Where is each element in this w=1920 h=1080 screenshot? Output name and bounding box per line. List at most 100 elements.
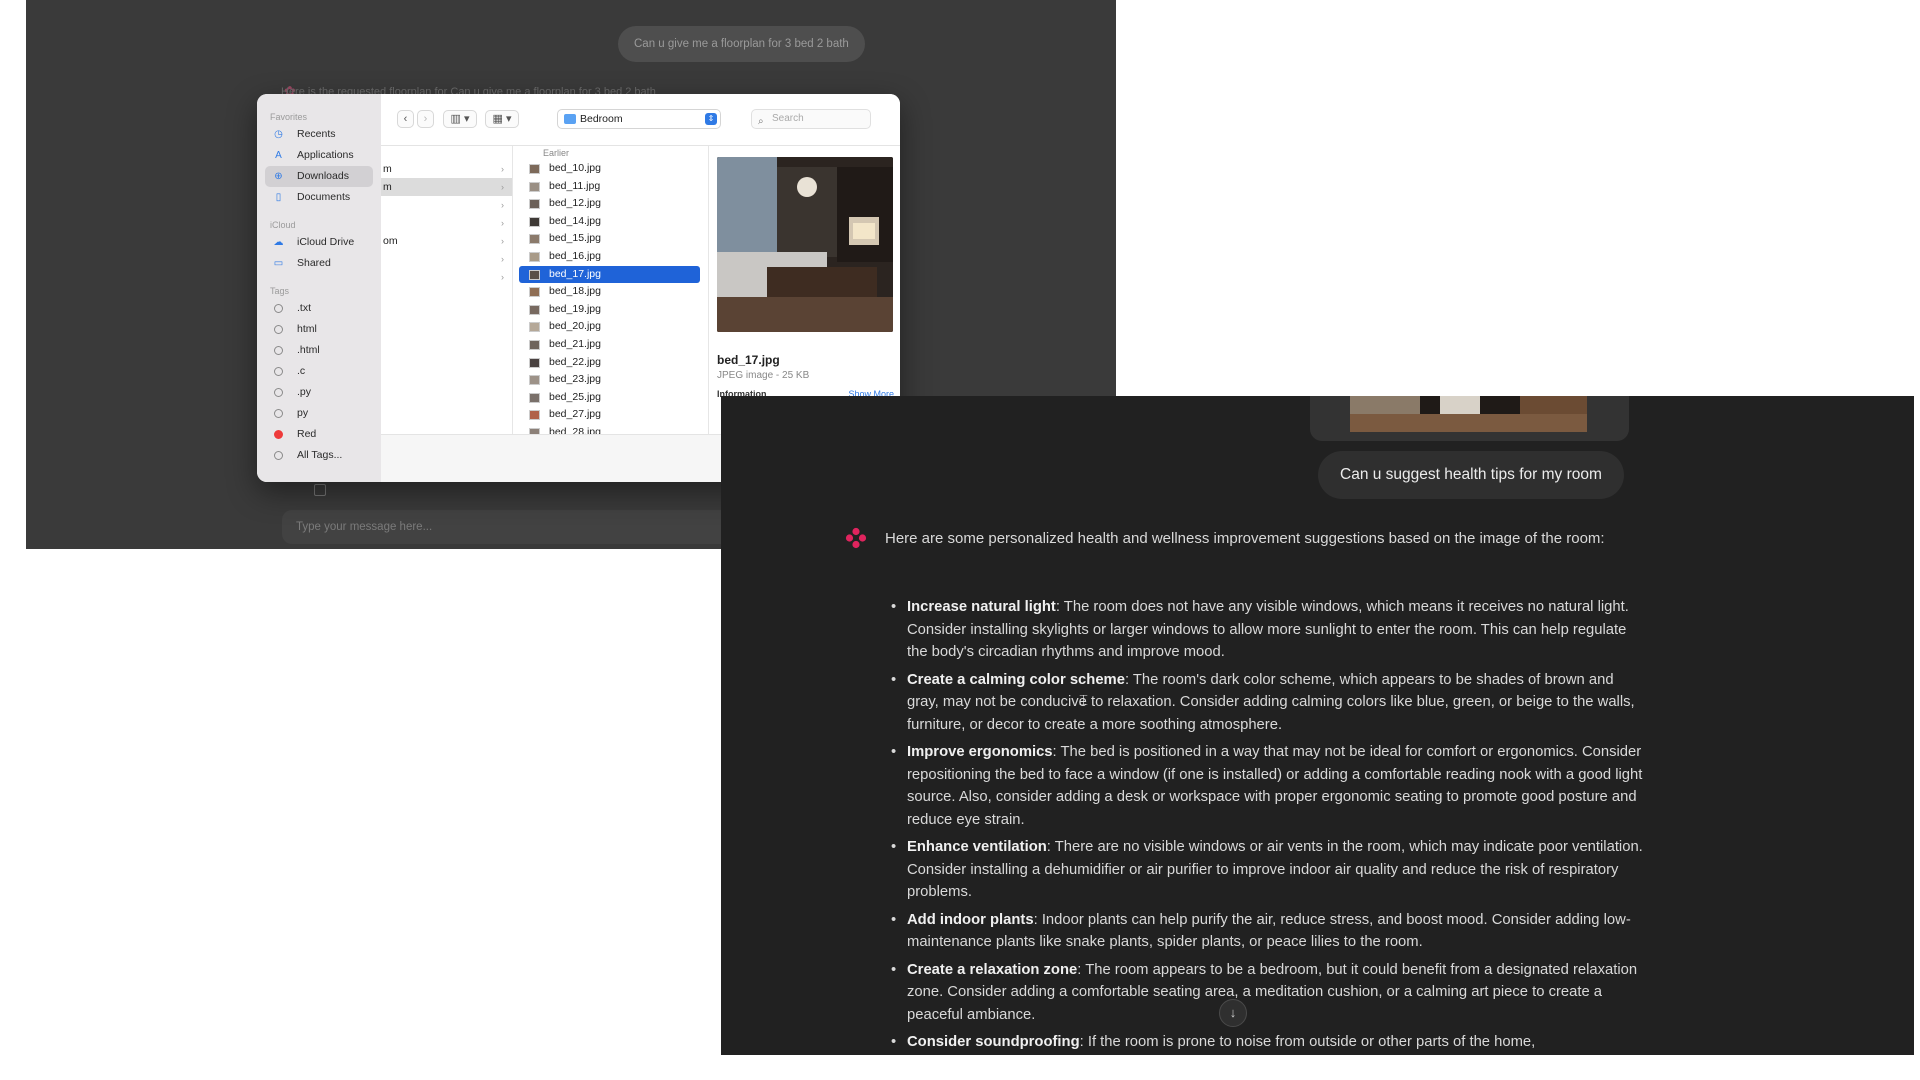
uploaded-image [1350, 396, 1587, 432]
tip-item: • Create a calming color scheme: The room… [891, 669, 1643, 737]
file-name: bed_10.jpg [549, 162, 601, 174]
file-row[interactable]: bed_11.jpg [519, 178, 700, 196]
file-name: bed_28.jpg [549, 425, 601, 434]
search-icon: ⌕ [758, 116, 764, 127]
location-popup[interactable]: Bedroom ⇕ [557, 109, 721, 129]
search-input[interactable]: ⌕ Search [751, 109, 871, 129]
column1-item[interactable]: › [381, 250, 512, 268]
column1-label: m [383, 163, 392, 175]
group-button[interactable]: ▦ ▾ [485, 110, 519, 128]
chevron-right-icon: › [501, 272, 504, 282]
user-message-bubble: Can u suggest health tips for my room [1318, 451, 1624, 499]
image-file-icon [529, 251, 540, 262]
bedroom-photo-crop [1350, 396, 1587, 432]
file-name: bed_20.jpg [549, 320, 601, 333]
sidebar-tag-dot-html[interactable]: .html [265, 340, 373, 361]
tag-circle-icon [274, 409, 283, 418]
image-file-icon [529, 339, 540, 350]
bullet-icon: • [891, 744, 897, 760]
view-mode-button[interactable]: ▥ ▾ [443, 110, 477, 128]
sidebar-tag-txt[interactable]: .txt [265, 298, 373, 319]
column1-item[interactable]: › [381, 214, 512, 232]
folder-icon [564, 114, 576, 124]
sidebar-item-label: Documents [297, 191, 351, 203]
image-file-icon [529, 322, 540, 333]
file-row[interactable]: bed_16.jpg [519, 248, 700, 266]
chevron-right-icon: › [501, 164, 504, 174]
sidebar-section-favorites: Favorites [270, 112, 308, 122]
back-button[interactable]: ‹ [397, 110, 414, 128]
sidebar-item-downloads[interactable]: ⊕ Downloads [265, 166, 373, 187]
image-file-icon [529, 287, 540, 298]
scroll-to-bottom-button[interactable]: ↓ [1219, 999, 1247, 1027]
bullet-icon: • [891, 911, 897, 928]
applications-icon: A [275, 150, 282, 161]
tip-item: • Consider soundproofing: If the room is … [891, 1031, 1643, 1054]
column1-item[interactable]: om › [381, 232, 512, 250]
tip-text: : If the room is prone to noise from out… [1079, 1034, 1536, 1050]
sidebar-tag-red[interactable]: Red [265, 424, 373, 445]
file-row[interactable]: bed_12.jpg [519, 195, 700, 213]
column1-item[interactable]: › [381, 196, 512, 214]
assistant-intro-text: Here are some personalized health and we… [885, 530, 1605, 547]
bullet-icon: • [891, 1034, 897, 1050]
image-file-icon [529, 164, 540, 174]
image-file-icon [529, 410, 540, 421]
file-row[interactable]: bed_20.jpg [519, 318, 700, 336]
column-section-header: Earlier [543, 148, 570, 158]
file-row[interactable]: bed_19.jpg [519, 301, 700, 319]
file-row[interactable]: bed_25.jpg [519, 389, 700, 407]
sidebar-item-icloud-drive[interactable]: ☁ iCloud Drive [265, 232, 373, 253]
forward-button[interactable]: › [417, 110, 434, 128]
bullet-icon: • [891, 961, 897, 978]
file-row[interactable]: bed_23.jpg [519, 371, 700, 389]
chevron-right-icon: › [501, 254, 504, 264]
sidebar-section-icloud: iCloud [270, 220, 296, 230]
file-row[interactable]: bed_15.jpg [519, 230, 700, 248]
sidebar-all-tags[interactable]: All Tags... [265, 445, 373, 466]
file-row[interactable]: bed_27.jpg [519, 406, 700, 424]
preview-image [717, 157, 893, 332]
file-row[interactable]: bed_18.jpg [519, 283, 700, 301]
file-row[interactable]: bed_21.jpg [519, 336, 700, 354]
sidebar-item-documents[interactable]: ▯ Documents [265, 187, 373, 208]
file-name: bed_25.jpg [549, 390, 601, 403]
file-row[interactable]: bed_14.jpg [519, 213, 700, 231]
copy-icon[interactable] [314, 484, 326, 496]
file-row[interactable]: bed_28.jpg [519, 424, 700, 434]
tag-circle-icon [274, 304, 283, 313]
file-name: bed_11.jpg [549, 179, 601, 192]
finder-sidebar: Favorites ◷ Recents A Applications ⊕ Dow… [257, 94, 381, 482]
column1-item[interactable]: m › [381, 178, 512, 196]
tag-label: .html [297, 344, 320, 356]
sidebar-tag-html[interactable]: html [265, 319, 373, 340]
sidebar-tag-dot-py[interactable]: .py [265, 382, 373, 403]
column1-item[interactable]: m › [381, 160, 512, 178]
file-row[interactable]: bed_22.jpg [519, 354, 700, 372]
sidebar-item-applications[interactable]: A Applications [265, 145, 373, 166]
file-list: bed_10.jpg bed_11.jpg bed_12.jpg bed_14.jpg… [513, 160, 708, 434]
sidebar-item-shared[interactable]: ▭ Shared [265, 253, 373, 274]
sidebar-item-recents[interactable]: ◷ Recents [265, 124, 373, 145]
sidebar-item-label: Applications [297, 149, 354, 161]
file-name: bed_27.jpg [549, 408, 601, 421]
tag-circle-icon [274, 346, 283, 355]
preview-file-kind: JPEG image - 25 KB [717, 370, 810, 381]
text-cursor-icon: ⌶ [1079, 692, 1089, 709]
tag-label: .py [297, 386, 312, 398]
tip-title: Consider soundproofing [907, 1034, 1080, 1050]
image-file-icon [529, 216, 540, 227]
sidebar-item-label: iCloud Drive [297, 236, 355, 248]
sidebar-tag-c[interactable]: .c [265, 361, 373, 382]
file-row[interactable]: bed_17.jpg [519, 265, 700, 284]
preview-file-name: bed_17.jpg [717, 353, 780, 367]
tag-circle-icon [274, 325, 283, 334]
file-row[interactable]: bed_10.jpg [519, 160, 700, 178]
column1-item[interactable]: › [381, 268, 512, 286]
sidebar-tag-py[interactable]: py [265, 403, 373, 424]
image-file-icon [529, 234, 540, 245]
sidebar-item-label: Downloads [297, 170, 349, 182]
cloud-icon: ☁ [273, 237, 284, 248]
tip-title: Increase natural light [907, 599, 1056, 615]
tip-title: Create a calming color scheme [907, 671, 1125, 688]
